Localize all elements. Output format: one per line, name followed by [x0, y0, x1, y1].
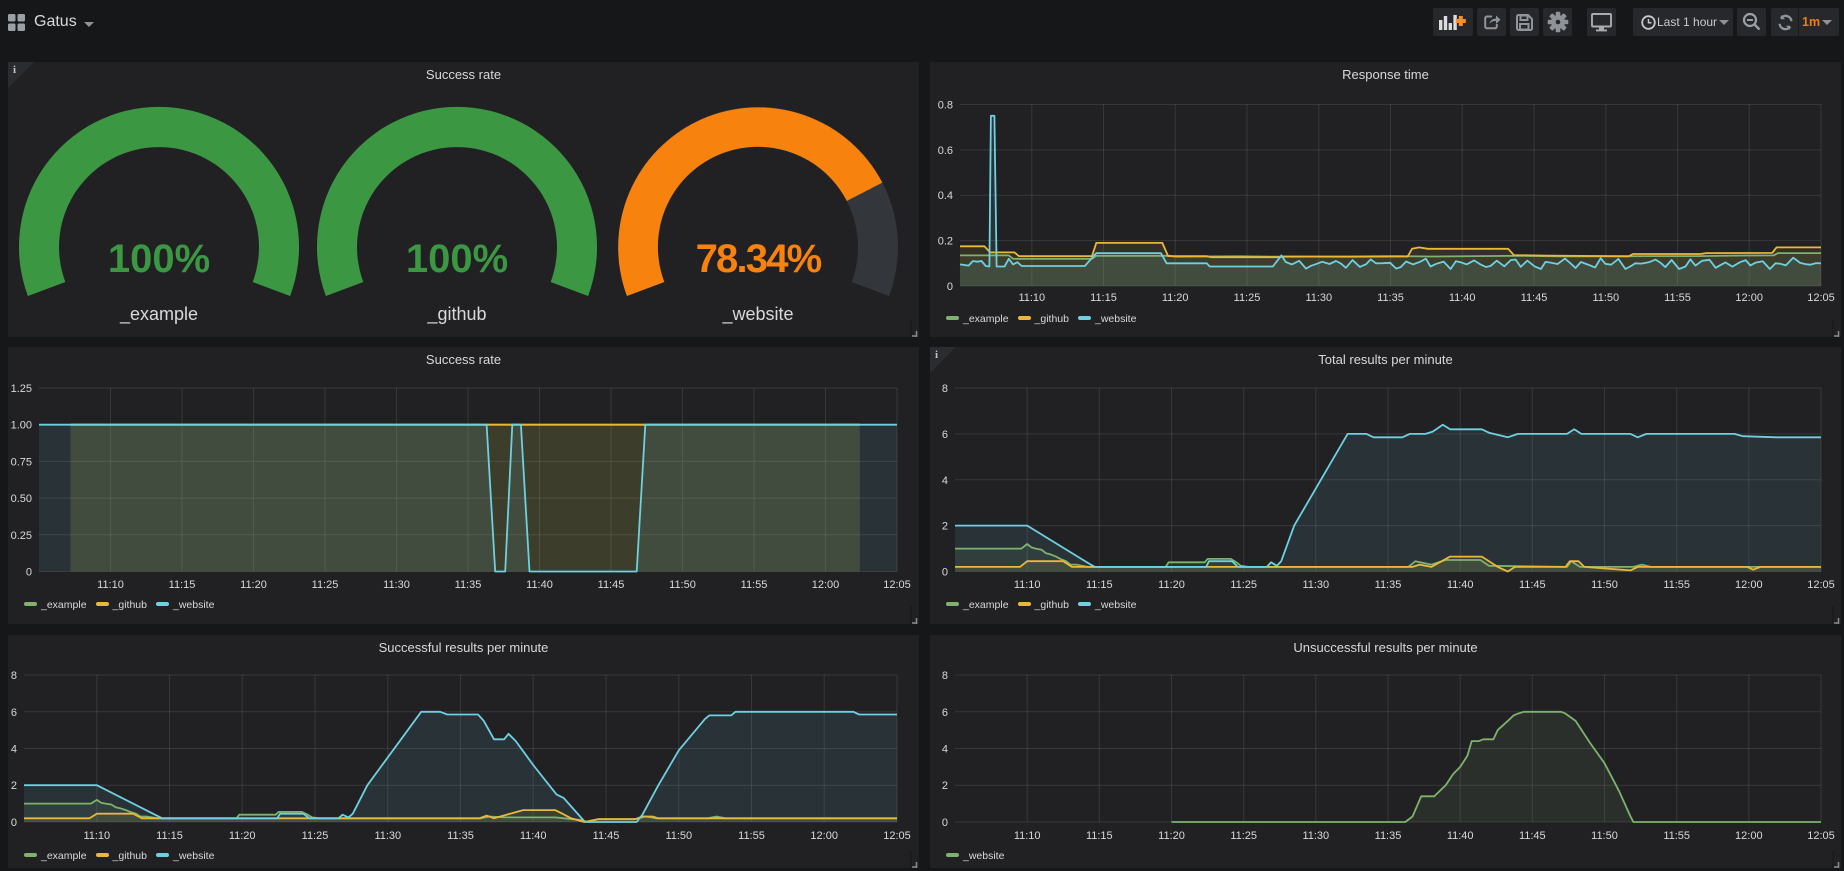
svg-text:0.75: 0.75 [11, 456, 32, 468]
svg-text:11:25: 11:25 [302, 830, 329, 842]
svg-text:6: 6 [942, 707, 948, 719]
svg-text:11:45: 11:45 [593, 830, 620, 842]
svg-text:6: 6 [942, 429, 948, 441]
svg-text:11:50: 11:50 [669, 579, 696, 591]
svg-text:2: 2 [11, 780, 17, 792]
svg-text:12:05: 12:05 [1807, 292, 1835, 304]
svg-text:11:15: 11:15 [1086, 830, 1113, 842]
svg-text:11:45: 11:45 [1519, 830, 1546, 842]
svg-text:0: 0 [11, 817, 17, 829]
svg-text:11:50: 11:50 [1592, 292, 1619, 304]
svg-text:_website: _website [721, 304, 793, 325]
svg-text:0: 0 [942, 817, 948, 829]
svg-text:4: 4 [942, 475, 948, 487]
svg-text:11:25: 11:25 [1234, 292, 1261, 304]
svg-text:8: 8 [942, 383, 948, 395]
svg-text:11:20: 11:20 [1162, 292, 1189, 304]
svg-text:11:35: 11:35 [1375, 830, 1402, 842]
svg-text:11:55: 11:55 [1663, 579, 1690, 591]
svg-text:0.2: 0.2 [938, 236, 953, 248]
svg-text:12:00: 12:00 [810, 830, 838, 842]
svg-text:12:00: 12:00 [1735, 830, 1763, 842]
svg-text:0: 0 [942, 567, 948, 579]
svg-text:12:00: 12:00 [1735, 579, 1763, 591]
svg-text:11:10: 11:10 [1014, 830, 1041, 842]
svg-text:11:30: 11:30 [374, 830, 401, 842]
svg-text:12:00: 12:00 [812, 579, 840, 591]
svg-text:11:45: 11:45 [598, 579, 625, 591]
svg-text:0: 0 [26, 567, 32, 579]
svg-text:11:25: 11:25 [1230, 579, 1257, 591]
svg-text:11:25: 11:25 [1230, 830, 1257, 842]
svg-text:0.25: 0.25 [11, 530, 32, 542]
svg-text:11:10: 11:10 [1014, 579, 1041, 591]
svg-text:4: 4 [942, 744, 948, 756]
svg-text:11:50: 11:50 [1591, 579, 1618, 591]
svg-text:0.50: 0.50 [11, 493, 32, 505]
svg-text:11:40: 11:40 [1447, 830, 1474, 842]
svg-text:11:35: 11:35 [1377, 292, 1404, 304]
svg-text:8: 8 [942, 670, 948, 682]
svg-text:11:55: 11:55 [1663, 830, 1690, 842]
svg-text:11:50: 11:50 [665, 830, 692, 842]
svg-text:4: 4 [11, 744, 17, 756]
svg-text:11:40: 11:40 [1449, 292, 1476, 304]
svg-text:11:20: 11:20 [1158, 579, 1185, 591]
svg-text:11:20: 11:20 [1158, 830, 1185, 842]
svg-text:11:30: 11:30 [1302, 830, 1329, 842]
svg-text:11:25: 11:25 [312, 579, 339, 591]
svg-text:12:05: 12:05 [1807, 579, 1835, 591]
svg-text:11:15: 11:15 [169, 579, 196, 591]
svg-text:100%: 100% [406, 237, 508, 281]
svg-text:11:30: 11:30 [383, 579, 410, 591]
svg-text:11:15: 11:15 [1086, 579, 1113, 591]
svg-text:8: 8 [11, 670, 17, 682]
svg-text:12:05: 12:05 [883, 830, 911, 842]
svg-text:11:10: 11:10 [83, 830, 110, 842]
svg-text:11:40: 11:40 [526, 579, 553, 591]
svg-text:1.00: 1.00 [11, 420, 32, 432]
svg-text:100%: 100% [108, 237, 210, 281]
svg-text:78.34%: 78.34% [696, 237, 822, 281]
svg-text:11:55: 11:55 [1664, 292, 1691, 304]
svg-text:6: 6 [11, 707, 17, 719]
svg-text:11:10: 11:10 [1018, 292, 1045, 304]
svg-text:12:00: 12:00 [1735, 292, 1763, 304]
svg-text:0.4: 0.4 [938, 190, 953, 202]
svg-text:2: 2 [942, 780, 948, 792]
svg-text:11:35: 11:35 [447, 830, 474, 842]
svg-text:11:55: 11:55 [738, 830, 765, 842]
svg-text:0.8: 0.8 [938, 100, 953, 112]
svg-text:_example: _example [119, 304, 198, 325]
svg-text:11:20: 11:20 [240, 579, 267, 591]
svg-text:_github: _github [426, 304, 486, 325]
svg-text:11:20: 11:20 [229, 830, 256, 842]
svg-text:2: 2 [942, 521, 948, 533]
svg-text:11:50: 11:50 [1591, 830, 1618, 842]
svg-text:11:35: 11:35 [1375, 579, 1402, 591]
svg-text:12:05: 12:05 [1807, 830, 1835, 842]
svg-text:12:05: 12:05 [883, 579, 911, 591]
svg-text:11:35: 11:35 [455, 579, 482, 591]
svg-text:11:45: 11:45 [1519, 579, 1546, 591]
svg-text:11:40: 11:40 [520, 830, 547, 842]
svg-text:0: 0 [947, 281, 953, 293]
svg-text:11:45: 11:45 [1521, 292, 1548, 304]
svg-text:0.6: 0.6 [938, 145, 953, 157]
svg-text:11:30: 11:30 [1302, 579, 1329, 591]
svg-text:11:55: 11:55 [741, 579, 768, 591]
svg-text:11:15: 11:15 [1090, 292, 1117, 304]
svg-text:11:10: 11:10 [97, 579, 124, 591]
svg-text:11:15: 11:15 [156, 830, 183, 842]
svg-text:11:40: 11:40 [1447, 579, 1474, 591]
svg-text:1.25: 1.25 [11, 383, 32, 395]
svg-text:11:30: 11:30 [1305, 292, 1332, 304]
